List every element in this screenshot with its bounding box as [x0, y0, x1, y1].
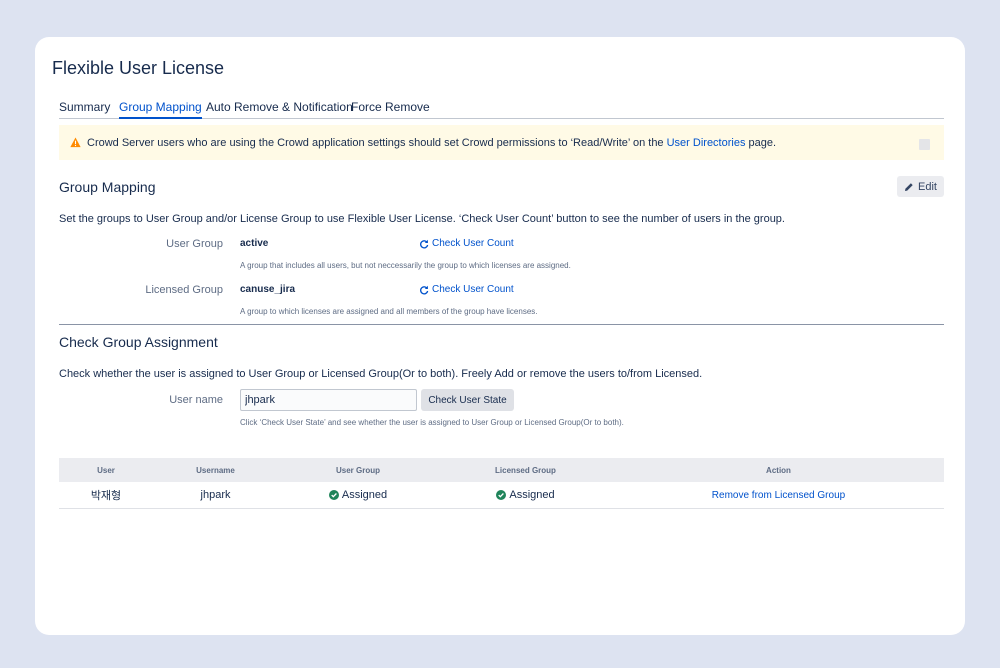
check-user-count-licensed-group[interactable]: Check User Count: [419, 284, 514, 295]
check-user-state-help: Click ‘Check User State’ and see whether…: [240, 418, 624, 427]
refresh-icon: [420, 239, 429, 248]
tab-summary[interactable]: Summary: [59, 100, 110, 114]
check-group-assignment-title: Check Group Assignment: [59, 334, 218, 350]
section-divider: [59, 324, 944, 325]
cell-licensed-group: Assigned: [438, 482, 613, 508]
table-row: 박재형 jhpark Assigned Assigned Remove from…: [59, 482, 944, 509]
check-circle-icon: [328, 490, 339, 500]
warning-triangle-icon: [70, 137, 81, 148]
licensed-group-help: A group to which licenses are assigned a…: [240, 307, 538, 316]
licensed-group-label: Licensed Group: [145, 284, 223, 296]
tab-auto-remove-notification[interactable]: Auto Remove & Notification: [206, 100, 353, 114]
pencil-icon: [905, 182, 913, 191]
check-assignment-description: Check whether the user is assigned to Us…: [59, 368, 703, 380]
column-header-user-group: User Group: [335, 465, 380, 475]
user-group-status: Assigned: [328, 489, 388, 501]
assignment-table: User Username User Group Licensed Group …: [59, 458, 944, 509]
check-user-count-label: Check User Count: [432, 284, 514, 295]
edit-button-label: Edit: [918, 180, 937, 193]
cell-user: 박재형: [90, 490, 122, 502]
warning-text-after: page.: [745, 137, 777, 149]
table-header: User Username User Group Licensed Group …: [59, 458, 944, 482]
user-group-value: active: [240, 238, 269, 249]
tab-bar: Summary Group Mapping Auto Remove & Noti…: [59, 97, 944, 119]
warning-text-before: Crowd Server users who are using the Cro…: [87, 137, 667, 149]
check-user-count-label: Check User Count: [432, 238, 514, 249]
refresh-icon: [420, 285, 429, 294]
remove-from-licensed-group-link[interactable]: Remove from Licensed Group: [712, 490, 845, 501]
user-group-status-label: Assigned: [341, 489, 388, 501]
user-group-label: User Group: [166, 238, 223, 250]
check-user-state-button[interactable]: Check User State: [421, 389, 514, 411]
column-header-username: Username: [196, 465, 235, 475]
warning-message: Crowd Server users who are using the Cro…: [87, 137, 776, 149]
user-group-help: A group that includes all users, but not…: [240, 261, 571, 270]
cell-action: Remove from Licensed Group: [613, 482, 944, 508]
column-header-licensed-group: Licensed Group: [495, 465, 556, 475]
group-mapping-title: Group Mapping: [59, 179, 156, 195]
username-input[interactable]: [240, 389, 417, 411]
username-label: User name: [169, 394, 223, 406]
tab-force-remove[interactable]: Force Remove: [351, 100, 430, 114]
column-header-action: Action: [766, 465, 791, 475]
close-icon[interactable]: [919, 139, 930, 150]
cell-user-group: Assigned: [278, 482, 438, 508]
check-circle-icon: [496, 490, 507, 500]
page-title: Flexible User License: [52, 58, 225, 78]
licensed-group-status: Assigned: [496, 489, 555, 501]
main-card: Flexible User License Summary Group Mapp…: [35, 37, 965, 635]
column-header-user: User: [97, 465, 115, 475]
group-mapping-description: Set the groups to User Group and/or Lice…: [59, 213, 785, 225]
tab-group-mapping[interactable]: Group Mapping: [119, 100, 202, 119]
user-directories-link[interactable]: User Directories: [667, 137, 746, 149]
cell-username: jhpark: [200, 489, 231, 501]
edit-button[interactable]: Edit: [897, 176, 944, 197]
licensed-group-value: canuse_jira: [240, 284, 296, 295]
warning-banner: Crowd Server users who are using the Cro…: [59, 125, 944, 160]
licensed-group-status-label: Assigned: [509, 489, 555, 501]
check-user-count-user-group[interactable]: Check User Count: [419, 238, 514, 249]
